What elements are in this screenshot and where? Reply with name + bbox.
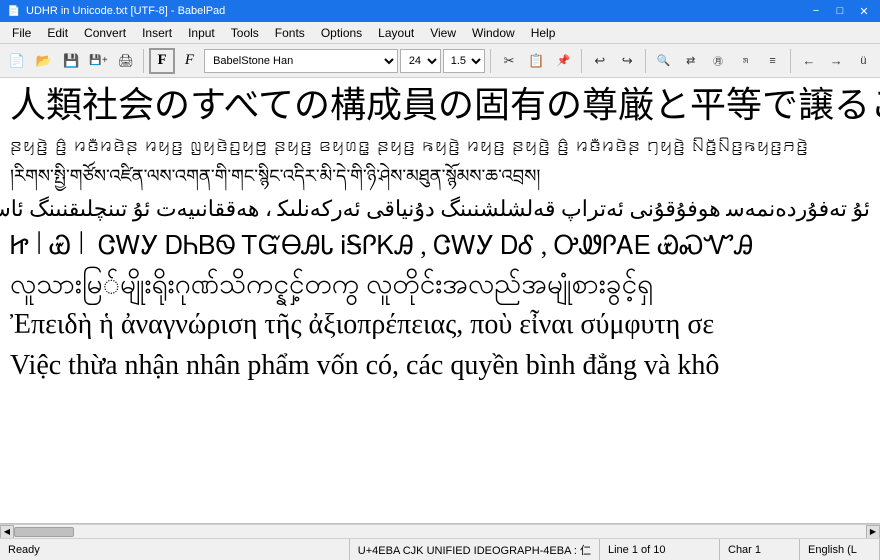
copy-button[interactable]: 📋 bbox=[524, 48, 549, 74]
status-line-info: Line 1 of 10 bbox=[600, 539, 720, 560]
text-line-8: Việc thừa nhận nhân phẩm vốn có, các quy… bbox=[10, 348, 870, 384]
separator-4 bbox=[645, 49, 646, 73]
menu-file[interactable]: File bbox=[4, 22, 39, 43]
separator-5 bbox=[790, 49, 791, 73]
horizontal-scrollbar[interactable]: ◀ ▶ bbox=[0, 524, 880, 538]
italic-button[interactable]: F bbox=[177, 48, 202, 74]
menu-tools[interactable]: Tools bbox=[223, 22, 267, 43]
print-button[interactable]: 🖨 bbox=[113, 48, 138, 74]
ready-text: Ready bbox=[8, 544, 40, 556]
scrollbar-thumb[interactable] bbox=[14, 527, 74, 537]
bold-button[interactable]: F bbox=[149, 48, 174, 74]
text-line-1: 人類社会のすべての構成員の固有の尊厳と平等で譲ること0 bbox=[10, 84, 870, 127]
separator-3 bbox=[581, 49, 582, 73]
scroll-left-arrow[interactable]: ◀ bbox=[0, 525, 14, 539]
undo-button[interactable]: ↩ bbox=[587, 48, 612, 74]
app-icon: 📄 bbox=[6, 3, 22, 19]
new-button[interactable]: 📄 bbox=[4, 48, 29, 74]
menu-insert[interactable]: Insert bbox=[134, 22, 180, 43]
find-button[interactable]: 🔍 bbox=[651, 48, 676, 74]
paste-button[interactable]: 📌 bbox=[551, 48, 576, 74]
menu-layout[interactable]: Layout bbox=[370, 22, 422, 43]
main-text-area[interactable]: 人類社会のすべての構成員の固有の尊厳と平等で譲ること0 ꤔꤟꤢꤧ꤬ ꤢꤨ꤬ ꤙꤢ… bbox=[0, 78, 880, 524]
text-line-5: Ꮵ꒐Ꮿ꒐ ᏣᎳᎩ ᎠᏂᏴᏫ ᎢᏳᎾᎯᏓ ᎥᎦᎵᏦᎯ , ᏣᎳᎩ ᎠᎴ , ᎤᏪᎵ… bbox=[10, 229, 870, 263]
line-info-text: Line 1 of 10 bbox=[608, 544, 666, 556]
back-button[interactable]: ← bbox=[796, 48, 821, 74]
status-language: English (L bbox=[800, 539, 880, 560]
font-size-selector[interactable]: 24 bbox=[400, 49, 441, 73]
toolbar: 📄 📂 💾 💾+ 🖨 F F BabelStone Han 24 1.5 ✂ 📋… bbox=[0, 44, 880, 78]
statusbar: Ready U+4EBA CJK UNIFIED IDEOGRAPH-4EBA … bbox=[0, 538, 880, 560]
special-button[interactable]: ü bbox=[851, 48, 876, 74]
unicode-info-text: U+4EBA CJK UNIFIED IDEOGRAPH-4EBA : 仁 bbox=[358, 542, 591, 558]
text-line-4: ﺋﯘ ﺗﻪﻓﯘﺭﺩﻩﻧﻤﻪﺳ ﻫﻮﻓﯘﻗﯘﻧﻰ ﺋﻪﺗﺮﺍﭖ ﻗﻪﻟﺸﻠﺸﻨﯩﻨ… bbox=[10, 194, 870, 225]
charmap-button[interactable]: ㊊ bbox=[705, 48, 730, 74]
menu-fonts[interactable]: Fonts bbox=[267, 22, 313, 43]
status-unicode-info: U+4EBA CJK UNIFIED IDEOGRAPH-4EBA : 仁 bbox=[350, 539, 600, 560]
save-button[interactable]: 💾 bbox=[59, 48, 84, 74]
text-content[interactable]: 人類社会のすべての構成員の固有の尊厳と平等で譲ること0 ꤔꤟꤢꤧ꤬ ꤢꤨ꤬ ꤙꤢ… bbox=[0, 78, 880, 523]
menubar: File Edit Convert Insert Input Tools Fon… bbox=[0, 22, 880, 44]
cut-button[interactable]: ✂ bbox=[496, 48, 521, 74]
minimize-button[interactable]: − bbox=[806, 3, 826, 19]
line-spacing-selector[interactable]: 1.5 bbox=[443, 49, 485, 73]
replace-button[interactable]: ⇄ bbox=[678, 48, 703, 74]
forward-button[interactable]: → bbox=[824, 48, 849, 74]
menu-view[interactable]: View bbox=[422, 22, 464, 43]
redo-button[interactable]: ↪ bbox=[615, 48, 640, 74]
titlebar: 📄 UDHR in Unicode.txt [UTF-8] - BabelPad… bbox=[0, 0, 880, 22]
maximize-button[interactable]: □ bbox=[830, 3, 850, 19]
line-button[interactable]: ≡ bbox=[760, 48, 785, 74]
separator-2 bbox=[490, 49, 491, 73]
menu-convert[interactable]: Convert bbox=[76, 22, 134, 43]
text-line-2: ꤔꤟꤢꤧ꤬ ꤢꤨ꤬ ꤙꤢꤪꤙꤢꤧꤔ ꤙꤟꤢ꤬ ꤜꤟꤢꤧꤑꤟꤥ꤬ ꤔꤟꤢ꤬ ꤕꤟꤛ… bbox=[10, 131, 870, 159]
status-ready: Ready bbox=[0, 539, 350, 560]
text-line-6: လူသားမြ်မျိုးရိုးဂုဏ်သိကင္နှင့်တကွ လူတို… bbox=[10, 267, 870, 303]
scrollbar-track[interactable] bbox=[14, 526, 866, 538]
char-info-text: Char 1 bbox=[728, 544, 761, 556]
text-line-3: །རིགས་སྤྱི་གཙོས་འཛིན་ལས་འགན་གི་གང་སྙིང་འ… bbox=[10, 163, 870, 190]
menu-edit[interactable]: Edit bbox=[39, 22, 76, 43]
titlebar-title: UDHR in Unicode.txt [UTF-8] - BabelPad bbox=[26, 5, 806, 17]
saveas-button[interactable]: 💾+ bbox=[86, 48, 111, 74]
menu-help[interactable]: Help bbox=[523, 22, 564, 43]
text-line-7: Ἐπειδὴ ἡ ἀναγνώριση τῆς ἀξιοπρέπειας, πο… bbox=[10, 307, 870, 343]
separator-1 bbox=[143, 49, 144, 73]
menu-window[interactable]: Window bbox=[464, 22, 523, 43]
window-controls: − □ ✕ bbox=[806, 3, 874, 19]
language-text: English (L bbox=[808, 544, 857, 556]
menu-input[interactable]: Input bbox=[180, 22, 223, 43]
scroll-right-arrow[interactable]: ▶ bbox=[866, 525, 880, 539]
font-selector[interactable]: BabelStone Han bbox=[204, 49, 398, 73]
close-button[interactable]: ✕ bbox=[854, 3, 874, 19]
unicode-button[interactable]: ᤈ bbox=[733, 48, 758, 74]
menu-options[interactable]: Options bbox=[313, 22, 370, 43]
status-char-info: Char 1 bbox=[720, 539, 800, 560]
open-button[interactable]: 📂 bbox=[31, 48, 56, 74]
